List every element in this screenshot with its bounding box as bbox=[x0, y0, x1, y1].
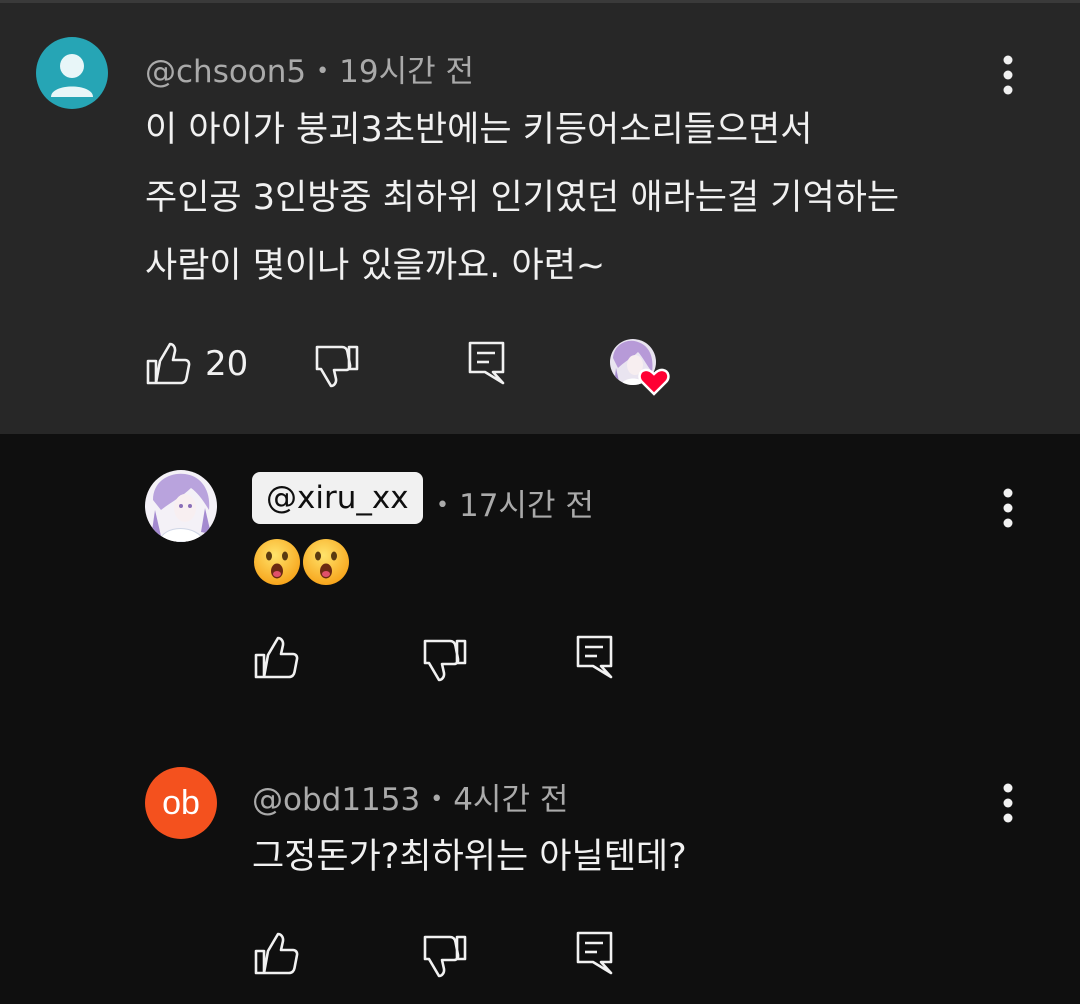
separator-dot: • bbox=[436, 493, 449, 518]
reply-icon bbox=[468, 341, 505, 385]
divider bbox=[0, 0, 1080, 3]
more-options-button[interactable] bbox=[988, 778, 1028, 828]
creator-heart[interactable] bbox=[608, 338, 674, 400]
comment-time[interactable]: 4시간 전 bbox=[453, 782, 568, 818]
separator-dot: • bbox=[430, 787, 444, 812]
author-handle[interactable]: @chsoon5 bbox=[145, 54, 306, 90]
thumb-down-icon bbox=[423, 935, 467, 978]
comment-line: 사람이 몇이나 있을까요. 아련~ bbox=[145, 246, 606, 286]
more-options-button[interactable] bbox=[988, 50, 1028, 100]
reply-icon bbox=[576, 931, 613, 975]
like-button[interactable] bbox=[253, 932, 299, 980]
reply-button[interactable] bbox=[467, 340, 507, 390]
more-vert-icon bbox=[1003, 55, 1013, 95]
like-button[interactable] bbox=[253, 636, 299, 684]
author-handle-chip[interactable]: @xiru_xx bbox=[252, 472, 423, 524]
more-vert-icon bbox=[1003, 783, 1013, 823]
creator-heart-icon bbox=[610, 339, 670, 396]
avatar[interactable] bbox=[145, 470, 217, 542]
reply-button[interactable] bbox=[575, 930, 615, 980]
dislike-button[interactable] bbox=[422, 638, 468, 686]
more-vert-icon bbox=[1003, 488, 1013, 528]
surprised-face-emoji bbox=[253, 538, 301, 590]
surprised-face-emoji bbox=[302, 538, 350, 590]
comment-time[interactable]: 19시간 전 bbox=[339, 54, 474, 90]
thumb-down-icon bbox=[315, 345, 359, 388]
comment-meta: • 17시간 전 bbox=[426, 480, 594, 525]
thumb-up-icon bbox=[254, 932, 299, 975]
avatar-initials: ob bbox=[162, 783, 200, 822]
dislike-button[interactable] bbox=[314, 344, 360, 392]
more-options-button[interactable] bbox=[988, 483, 1028, 533]
thumb-down-icon bbox=[423, 639, 467, 682]
author-handle[interactable]: @obd1153 bbox=[252, 782, 420, 818]
comment-meta: @chsoon5 • 19시간 전 bbox=[145, 46, 474, 91]
thumb-up-icon bbox=[254, 636, 299, 679]
comment-time[interactable]: 17시간 전 bbox=[459, 488, 594, 524]
comment-line: 주인공 3인방중 최하위 인기였던 애라는걸 기억하는 bbox=[145, 178, 900, 218]
comment-line: 이 아이가 붕괴3초반에는 키등어소리들으면서 bbox=[145, 110, 813, 150]
anime-avatar-image bbox=[151, 473, 211, 542]
highlighted-comment: @chsoon5 • 19시간 전 이 아이가 붕괴3초반에는 키등어소리들으면서 … bbox=[0, 0, 1080, 434]
comment-text: 이 아이가 붕괴3초반에는 키등어소리들으면서 주인공 3인방중 최하위 인기였… bbox=[145, 96, 899, 300]
thumb-up-icon bbox=[146, 342, 191, 385]
separator-dot: • bbox=[316, 59, 330, 84]
dislike-button[interactable] bbox=[422, 934, 468, 982]
avatar[interactable]: ob bbox=[145, 767, 217, 839]
like-button[interactable] bbox=[145, 342, 191, 390]
default-user-icon bbox=[51, 54, 93, 97]
avatar[interactable] bbox=[36, 37, 108, 109]
like-count: 20 bbox=[205, 344, 249, 384]
comment-meta: @obd1153 • 4시간 전 bbox=[252, 774, 568, 819]
comment-text: 그정돈가?최하위는 아닐텐데? bbox=[252, 837, 687, 877]
reply-button[interactable] bbox=[575, 634, 615, 684]
reply-icon bbox=[576, 635, 613, 679]
